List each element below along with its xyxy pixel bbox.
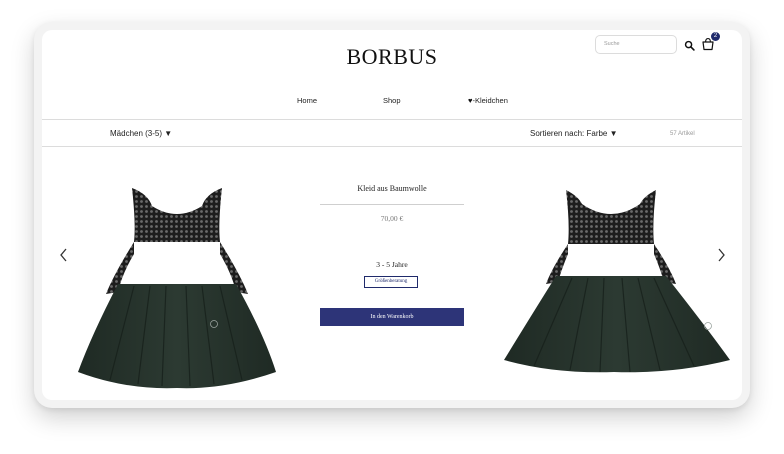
title-divider	[320, 204, 464, 205]
article-count: 57 Artikel	[670, 131, 695, 137]
product-price: 70,00 €	[380, 214, 404, 223]
product-image-back[interactable]	[504, 184, 732, 374]
product-size: 3 - 5 Jahre	[376, 260, 408, 269]
nav-item-shop[interactable]: Shop	[383, 96, 401, 105]
sort-select[interactable]: Sortieren nach: Farbe ▼	[530, 129, 618, 138]
nav-item-home[interactable]: Home	[297, 96, 317, 105]
add-to-cart-button[interactable]: In den Warenkorb	[320, 308, 464, 326]
search-icon[interactable]	[684, 40, 695, 51]
chevron-left-icon[interactable]	[59, 247, 69, 263]
shop-page: BORBUS Suche 2 Home Shop ♥-Kleidchen Mäd…	[42, 30, 742, 400]
product-title: Kleid aus Baumwolle	[357, 184, 427, 193]
header-divider	[42, 119, 742, 120]
product-image-front[interactable]	[74, 184, 280, 390]
search-input[interactable]: Suche	[595, 35, 677, 54]
cart-count-badge: 2	[711, 32, 720, 41]
nav-item-favorites[interactable]: ♥-Kleidchen	[468, 96, 508, 105]
size-guide-button[interactable]: Größenberatung	[364, 276, 418, 288]
filter-divider	[42, 146, 742, 147]
category-filter[interactable]: Mädchen (3-5) ▼	[110, 129, 172, 138]
main-navigation: Home Shop ♥-Kleidchen	[42, 96, 742, 108]
nav-item-favorites-label: -Kleidchen	[472, 96, 508, 105]
